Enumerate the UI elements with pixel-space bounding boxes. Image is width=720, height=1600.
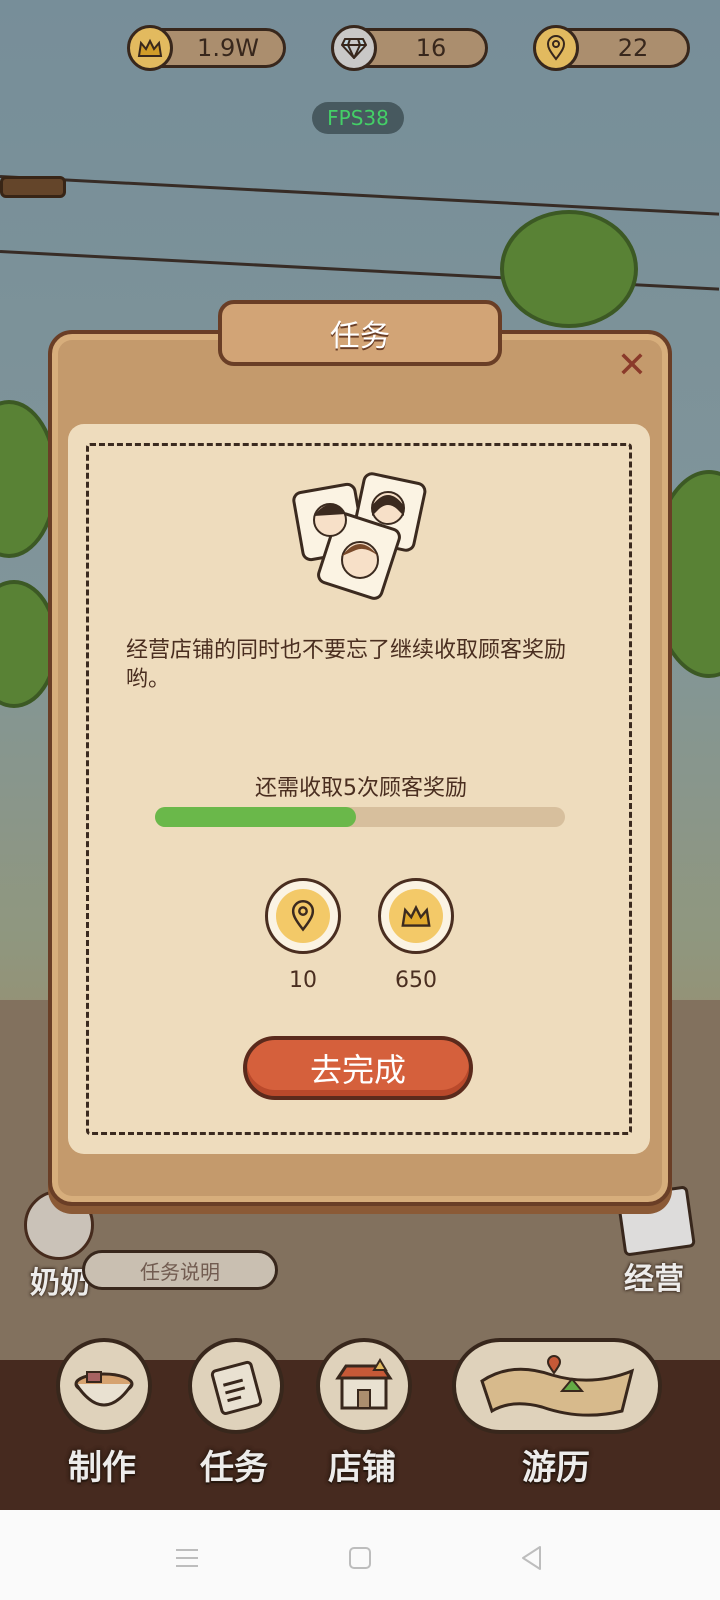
reward-coins-value: 650 bbox=[395, 968, 437, 993]
customers-portrait-icon bbox=[292, 472, 427, 600]
progress-track bbox=[155, 807, 565, 827]
reward-location bbox=[265, 878, 341, 954]
menu-icon[interactable] bbox=[173, 1544, 201, 1572]
crown-coin-icon bbox=[401, 904, 431, 927]
task-description: 经营店铺的同时也不要忘了继续收取顾客奖励哟。 bbox=[126, 638, 567, 692]
modal-title: 任务 bbox=[218, 300, 502, 366]
reward-location-value: 10 bbox=[289, 968, 317, 993]
location-pin-icon bbox=[291, 900, 315, 932]
go-complete-button[interactable]: 去完成 bbox=[243, 1036, 473, 1100]
progress-label: 还需收取5次顾客奖励 bbox=[255, 776, 467, 801]
progress-fill bbox=[155, 807, 356, 827]
back-icon[interactable] bbox=[518, 1544, 546, 1572]
home-icon[interactable] bbox=[346, 1544, 374, 1572]
reward-coins bbox=[378, 878, 454, 954]
close-icon[interactable]: ✕ bbox=[612, 345, 652, 386]
